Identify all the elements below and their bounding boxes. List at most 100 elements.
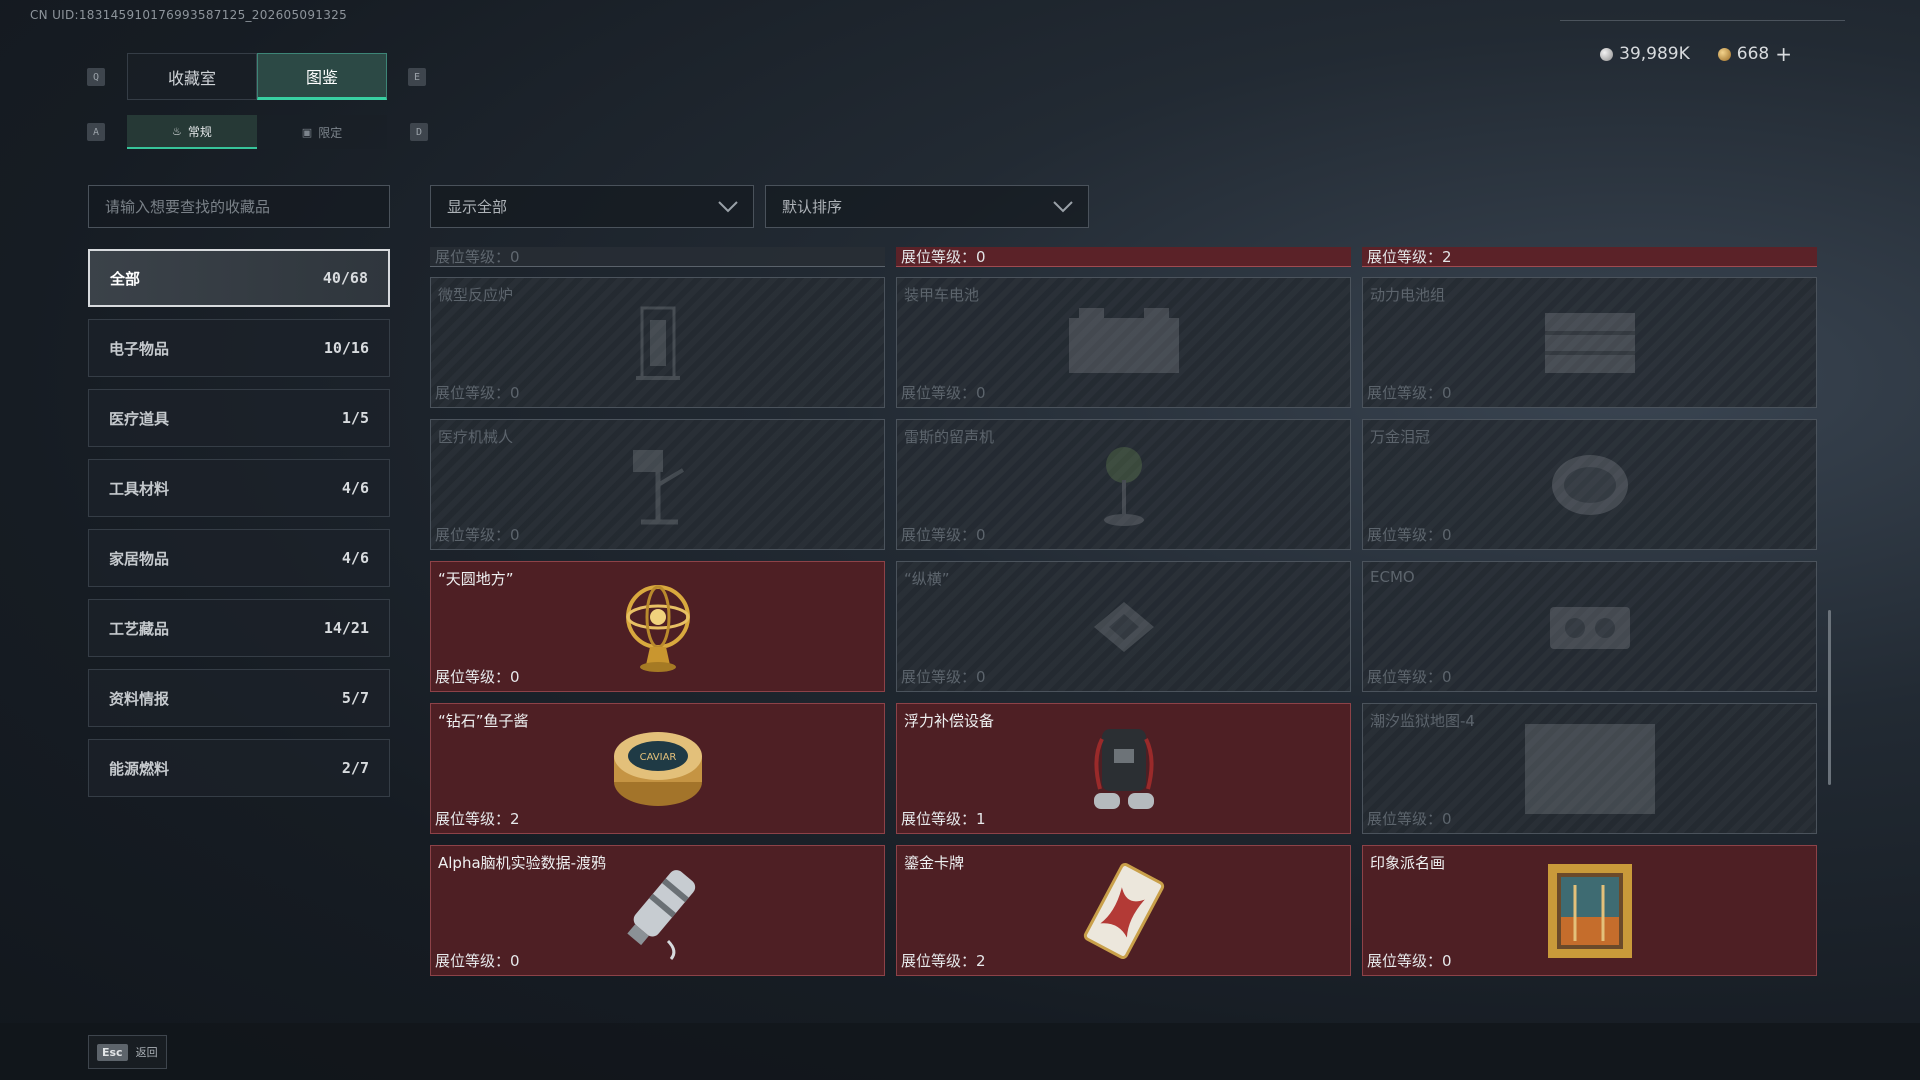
painting-icon <box>1547 863 1632 958</box>
grid-card[interactable]: “钻石”鱼子酱 CAVIAR 展位等级：2 <box>430 703 885 834</box>
card-name: 浮力补偿设备 <box>904 712 995 730</box>
flame-icon: ♨ <box>172 124 182 138</box>
category-count: 5/7 <box>341 689 369 707</box>
ecmo-icon <box>1549 606 1630 649</box>
category-electronics[interactable]: 电子物品 10/16 <box>88 319 390 377</box>
card-name: 印象派名画 <box>1370 854 1446 872</box>
card-level: 展位等级：0 <box>1367 526 1452 544</box>
phonograph-icon <box>1103 446 1144 526</box>
map-icon <box>1524 723 1655 814</box>
card-level: 展位等级：0 <box>1367 668 1452 686</box>
card-name: 装甲车电池 <box>904 286 980 304</box>
category-count: 4/6 <box>341 549 369 567</box>
armillary-sphere-icon <box>625 584 690 672</box>
grid-card[interactable]: “天圆地方” 展位等级：0 <box>430 561 885 692</box>
key-hint-a[interactable]: A <box>87 123 105 141</box>
card-level: 展位等级：0 <box>901 526 986 544</box>
subtab-limited[interactable]: ▣ 限定 <box>257 115 387 149</box>
card-name: “纵横” <box>904 570 950 588</box>
chessboard-icon <box>1093 601 1154 652</box>
reactor-icon <box>635 306 680 380</box>
tab-collection-room[interactable]: 收藏室 <box>127 53 257 100</box>
card-level: 展位等级：0 <box>435 526 520 544</box>
grid-card[interactable]: 装甲车电池 展位等级：0 <box>896 277 1351 408</box>
grid-card-partial[interactable]: 展位等级：0 <box>896 247 1351 267</box>
grid-card[interactable]: 动力电池组 展位等级：0 <box>1362 277 1817 408</box>
card-level: 展位等级：0 <box>1367 810 1452 828</box>
card-name: 万金泪冠 <box>1370 428 1431 446</box>
card-name: Alpha脑机实验数据-渡鸦 <box>438 854 607 872</box>
category-count: 10/16 <box>323 339 369 357</box>
category-label: 能源燃料 <box>109 759 170 778</box>
card-level: 展位等级：0 <box>1367 384 1452 402</box>
grid-card[interactable]: ECMO 展位等级：0 <box>1362 561 1817 692</box>
category-label: 工具材料 <box>109 479 170 498</box>
grid-card-partial[interactable]: 展位等级：0 <box>430 247 885 267</box>
grid-card[interactable]: Alpha脑机实验数据-渡鸦 展位等级：0 <box>430 845 885 976</box>
caviar-label: CAVIAR <box>639 752 676 763</box>
back-button[interactable]: Esc 返回 <box>88 1035 167 1069</box>
card-level: 展位等级：0 <box>901 248 986 266</box>
tab-catalog[interactable]: 图鉴 <box>257 53 387 100</box>
sort-value: 默认排序 <box>782 198 843 216</box>
card-level: 展位等级：2 <box>901 952 986 970</box>
subtab-regular[interactable]: ♨ 常规 <box>127 115 257 149</box>
grid-card[interactable]: 鎏金卡牌 展位等级：2 <box>896 845 1351 976</box>
category-intel[interactable]: 资料情报 5/7 <box>88 669 390 727</box>
grid-card[interactable]: 潮汐监狱地图-4 展位等级：0 <box>1362 703 1817 834</box>
grid-card[interactable]: 浮力补偿设备 展位等级：1 <box>896 703 1351 834</box>
sub-tabs: ♨ 常规 ▣ 限定 <box>127 115 387 149</box>
category-all[interactable]: 全部 40/68 <box>88 249 390 307</box>
card-grid: 微型反应炉 展位等级：0 装甲车电池 展位等级：0 动力电池组 展位等级：0 医… <box>430 277 1817 976</box>
silver-currency: 39,989K <box>1600 44 1690 64</box>
filter-dropdown[interactable]: 显示全部 <box>430 185 754 228</box>
key-hint-e[interactable]: E <box>408 68 426 86</box>
top-divider <box>1560 20 1845 21</box>
medical-robot-icon <box>632 449 684 524</box>
card-name: 微型反应炉 <box>438 286 514 304</box>
card-level: 展位等级：0 <box>435 384 520 402</box>
sort-dropdown[interactable]: 默认排序 <box>765 185 1089 228</box>
category-count: 2/7 <box>341 759 369 777</box>
card-level: 展位等级：0 <box>901 668 986 686</box>
silver-coin-icon <box>1600 47 1614 61</box>
add-currency-button[interactable]: + <box>1775 42 1792 66</box>
grid-scrollbar[interactable] <box>1828 610 1831 785</box>
card-level: 展位等级：0 <box>1367 952 1452 970</box>
category-count: 40/68 <box>322 269 368 287</box>
category-count: 4/6 <box>341 479 369 497</box>
grid-card[interactable]: “纵横” 展位等级：0 <box>896 561 1351 692</box>
grid-card-partial[interactable]: 展位等级：2 <box>1362 247 1817 267</box>
grid-card[interactable]: 印象派名画 展位等级：0 <box>1362 845 1817 976</box>
category-household[interactable]: 家居物品 4/6 <box>88 529 390 587</box>
back-label: 返回 <box>135 1046 158 1059</box>
search-input[interactable] <box>105 197 389 216</box>
card-level: 展位等级：2 <box>1367 248 1452 266</box>
battery-icon <box>1068 307 1179 373</box>
player-uid: CN UID:183145910176993587125_20260509132… <box>30 8 348 22</box>
card-level: 展位等级：0 <box>435 668 520 686</box>
search-box[interactable] <box>88 185 390 228</box>
category-tools[interactable]: 工具材料 4/6 <box>88 459 390 517</box>
card-level: 展位等级：0 <box>901 384 986 402</box>
data-drive-icon <box>626 869 695 960</box>
grid-card[interactable]: 雷斯的留声机 展位等级：0 <box>896 419 1351 550</box>
category-energy[interactable]: 能源燃料 2/7 <box>88 739 390 797</box>
grid-card[interactable]: 万金泪冠 展位等级：0 <box>1362 419 1817 550</box>
card-name: 动力电池组 <box>1370 286 1446 304</box>
grid-card[interactable]: 医疗机械人 展位等级：0 <box>430 419 885 550</box>
card-name: 雷斯的留声机 <box>904 428 995 446</box>
key-hint-q[interactable]: Q <box>87 68 105 86</box>
category-label: 家居物品 <box>109 549 170 568</box>
bottom-bar <box>0 1023 1920 1080</box>
esc-key-hint: Esc <box>97 1043 128 1061</box>
key-hint-d[interactable]: D <box>410 123 428 141</box>
main-tabs: 收藏室 图鉴 <box>127 53 387 100</box>
gold-currency: 668 + <box>1717 42 1792 66</box>
category-medical[interactable]: 医疗道具 1/5 <box>88 389 390 447</box>
chevron-down-icon <box>1053 200 1073 212</box>
grid-card[interactable]: 微型反应炉 展位等级：0 <box>430 277 885 408</box>
category-crafts[interactable]: 工艺藏品 14/21 <box>88 599 390 657</box>
chevron-down-icon <box>718 200 738 212</box>
currency-panel: 39,989K 668 + <box>1582 42 1792 66</box>
